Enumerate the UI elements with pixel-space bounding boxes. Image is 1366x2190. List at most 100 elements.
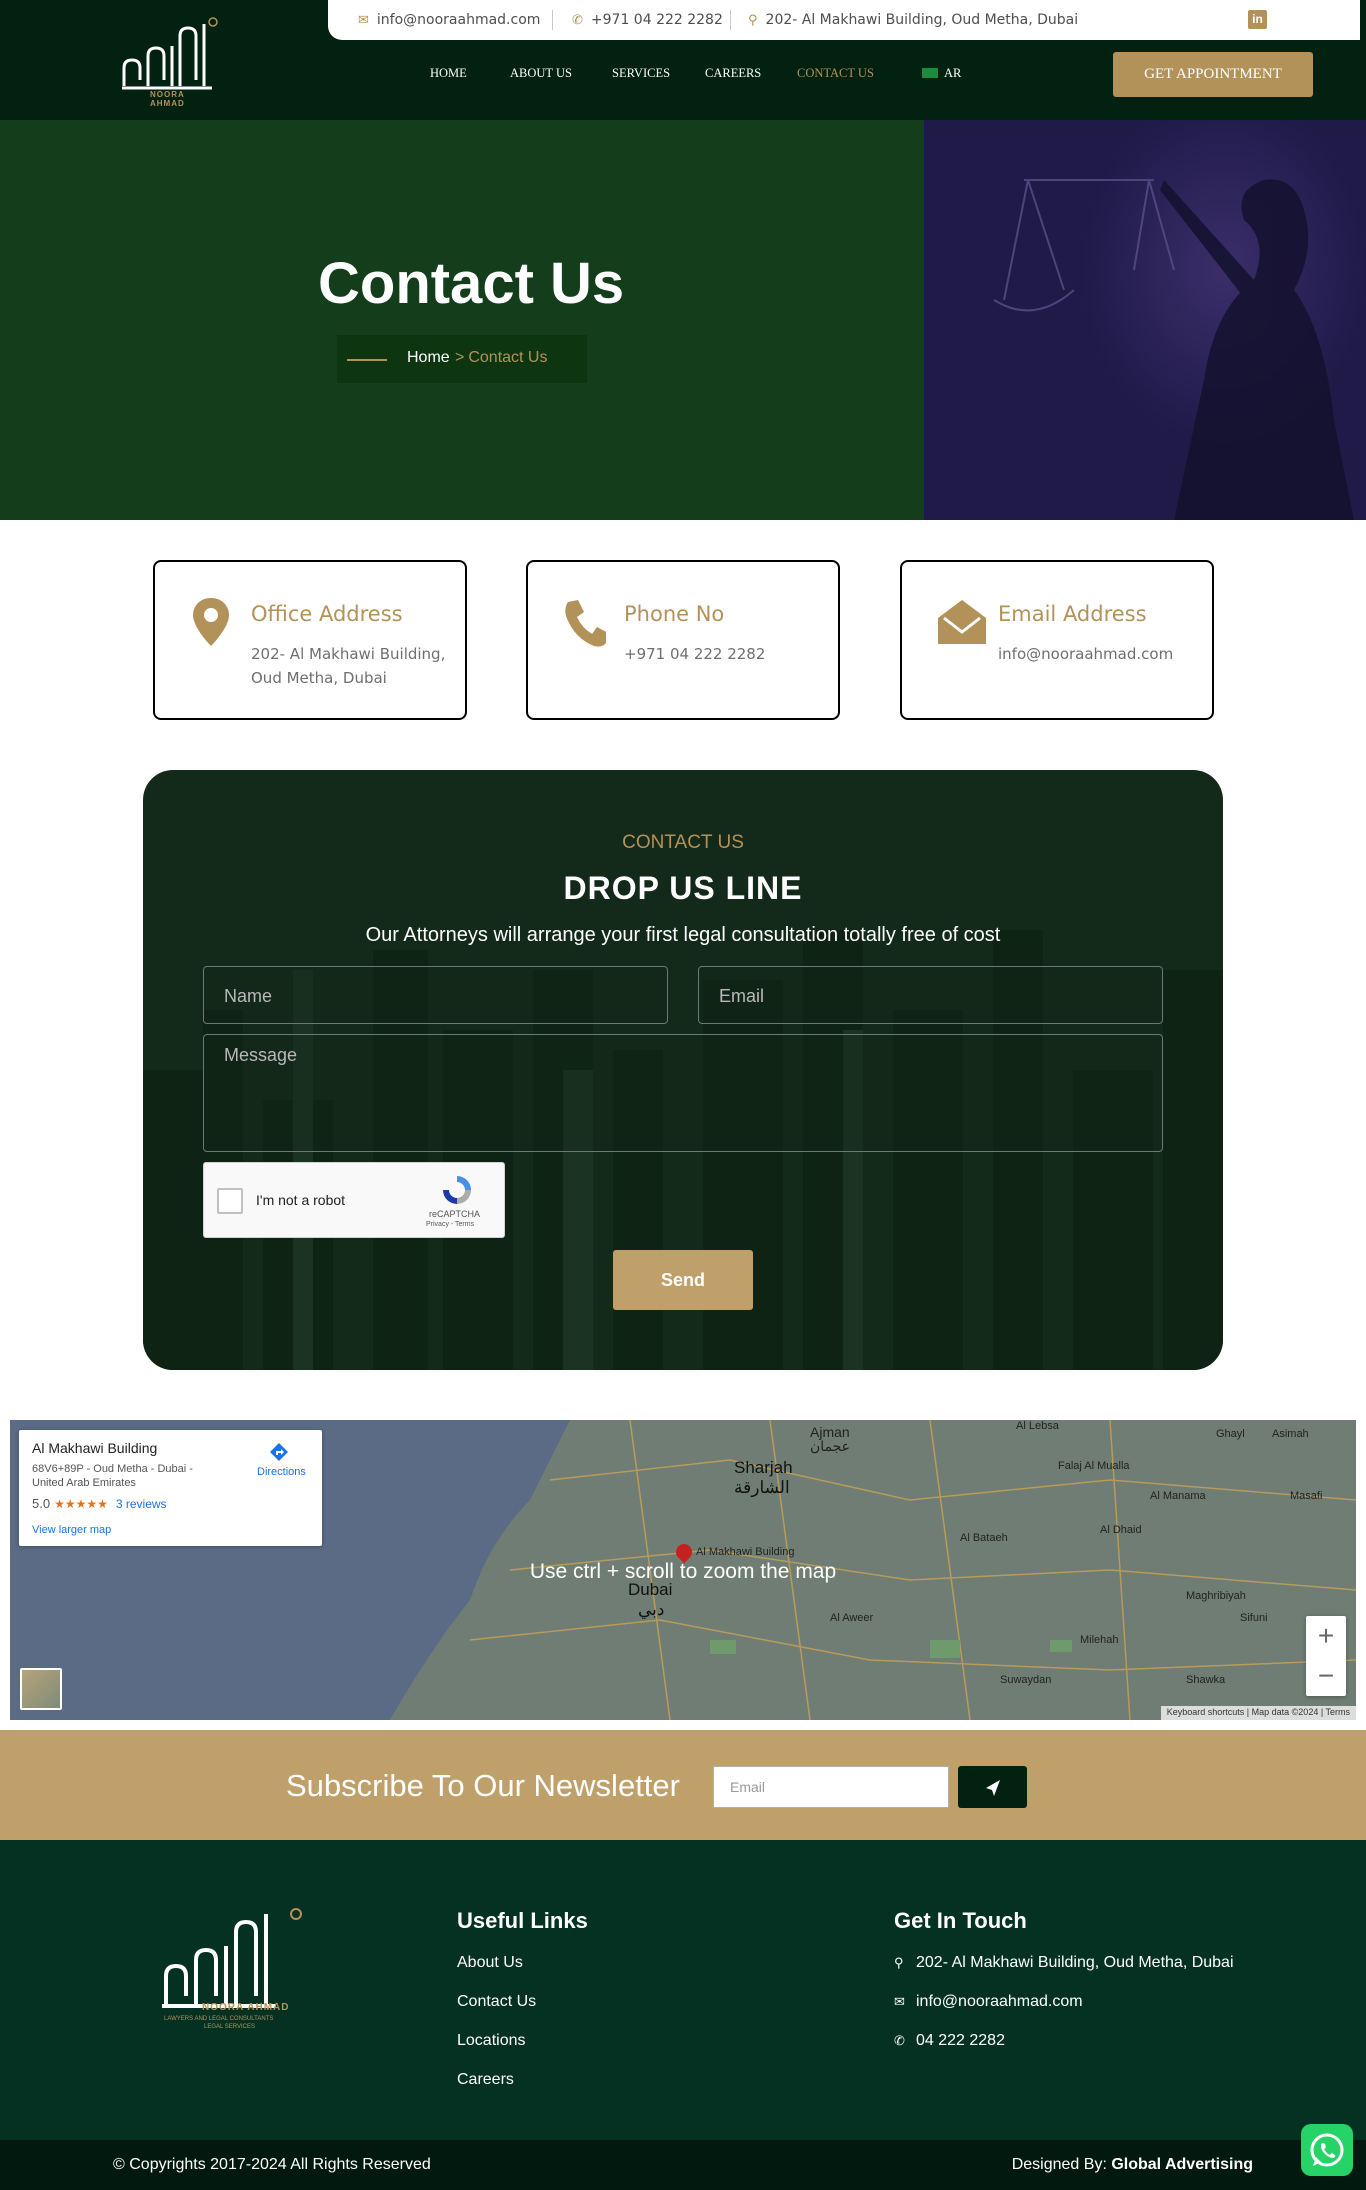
card-title: Phone No [624, 602, 725, 626]
directions-link[interactable]: Directions [257, 1466, 306, 1478]
nav-services[interactable]: SERVICES [612, 66, 670, 81]
topbar-phone[interactable]: ✆ +971 04 222 2282 [572, 12, 723, 28]
newsletter-email-input[interactable]: Email [713, 1766, 949, 1808]
map-place-address: 68V6+89P - Oud Metha - Dubai - United Ar… [32, 1463, 193, 1489]
map-label-pin: Al Makhawi Building [696, 1546, 795, 1558]
site-header: ✉ info@nooraahmad.com ✆ +971 04 222 2282 ⚲… [0, 0, 1366, 120]
map-label-asimah: Asimah [1272, 1428, 1309, 1440]
map-label-ajman-ar: عجمان [810, 1438, 851, 1454]
recaptcha-checkbox[interactable] [217, 1188, 243, 1214]
card-title: Email Address [998, 602, 1147, 626]
page-hero: Contact Us Home > Contact Us [0, 120, 1366, 520]
get-in-touch-title: Get In Touch [894, 1908, 1027, 1933]
top-contact-bar: ✉ info@nooraahmad.com ✆ +971 04 222 2282 ⚲… [328, 0, 1360, 40]
breadcrumb-rule [347, 359, 387, 361]
footer-link-contact[interactable]: Contact Us [457, 1993, 536, 2011]
topbar-address: ⚲ 202- Al Makhawi Building, Oud Metha, Du… [748, 12, 1079, 28]
footer-logo-tagline-2: LEGAL SERVICES [204, 2024, 256, 2030]
site-logo[interactable]: NOORA AHMAD [120, 16, 220, 108]
breadcrumb-current: > Contact Us [455, 349, 548, 366]
map-place-rating: 5.0 ★★★★★ 3 reviews [32, 1496, 167, 1511]
recaptcha-widget: I'm not a robot reCAPTCHA Privacy - Term… [203, 1162, 505, 1238]
map-label-maghribiyah: Maghribiyah [1186, 1590, 1246, 1602]
map-pin-icon [193, 598, 229, 646]
envelope-icon: ✉ [894, 1994, 905, 2009]
nav-home[interactable]: HOME [430, 66, 467, 81]
newsletter-title: Subscribe To Our Newsletter [286, 1768, 680, 1803]
map-label-al-aweer: Al Aweer [830, 1612, 874, 1624]
form-title: DROP US LINE [563, 870, 803, 906]
map-label-sifuni: Sifuni [1240, 1612, 1268, 1624]
name-input[interactable]: Name [203, 966, 668, 1024]
map-label-ghayl: Ghayl [1216, 1428, 1245, 1440]
divider [552, 10, 553, 30]
zoom-in-button[interactable]: + [1306, 1616, 1346, 1656]
card-text: 202- Al Makhawi Building, Oud Metha, Dub… [251, 645, 446, 687]
map-place-name: Al Makhawi Building [32, 1440, 158, 1456]
map-label-shawka: Shawka [1186, 1674, 1226, 1686]
email-input[interactable]: Email [698, 966, 1163, 1024]
card-text[interactable]: info@nooraahmad.com [998, 642, 1208, 666]
footer-logo[interactable]: NOORA AHMAD LAWYERS AND LEGAL CONSULTANT… [160, 1904, 310, 2034]
footer-email[interactable]: ✉ info@nooraahmad.com [894, 1993, 1083, 2011]
whatsapp-icon [1310, 2133, 1344, 2167]
map-label-falaj: Falaj Al Mualla [1058, 1460, 1130, 1472]
card-title: Office Address [251, 602, 403, 626]
lady-justice-image [924, 120, 1366, 520]
satellite-toggle[interactable] [20, 1668, 62, 1710]
map-reviews-link[interactable]: 3 reviews [116, 1497, 167, 1511]
phone-icon: ✆ [894, 2033, 905, 2048]
phone-card: Phone No +971 04 222 2282 [526, 560, 840, 720]
map-label-masafi: Masafi [1290, 1490, 1323, 1502]
linkedin-icon[interactable]: in [1248, 10, 1267, 29]
send-button[interactable]: Send [613, 1250, 753, 1310]
card-text[interactable]: +971 04 222 2282 [624, 642, 834, 666]
nav-language[interactable]: AR [922, 66, 961, 81]
copyright-text: © Copyrights 2017-2024 All Rights Reserv… [113, 2156, 431, 2173]
contact-form-section: CONTACT US DROP US LINE Our Attorneys wi… [143, 770, 1223, 1370]
google-map[interactable]: Ajman عجمان Sharjah الشارقة Dubai دبي Al… [10, 1420, 1356, 1720]
star-rating-icon: ★★★★★ [54, 1497, 108, 1511]
page-title: Contact Us [318, 251, 625, 316]
envelope-open-icon [938, 600, 986, 644]
logo-wordmark: NOORA AHMAD [150, 90, 185, 108]
footer-link-about[interactable]: About Us [457, 1954, 523, 1972]
page: ✉ info@nooraahmad.com ✆ +971 04 222 2282 ⚲… [0, 0, 1366, 2190]
envelope-icon: ✉ [358, 13, 369, 28]
email-card: Email Address info@nooraahmad.com [900, 560, 1214, 720]
footer-link-careers[interactable]: Careers [457, 2071, 514, 2089]
footer-logo-wordmark: NOORA AHMAD [202, 2002, 290, 2013]
nav-contact[interactable]: CONTACT US [797, 66, 874, 81]
send-arrow-icon [986, 1780, 1000, 1796]
footer-address: ⚲ 202- Al Makhawi Building, Oud Metha, Du… [894, 1954, 1234, 1971]
footer-link-locations[interactable]: Locations [457, 2032, 526, 2050]
get-appointment-button[interactable]: GET APPOINTMENT [1113, 52, 1313, 97]
whatsapp-button[interactable] [1301, 2124, 1353, 2176]
map-label-sharjah-ar: الشارقة [734, 1478, 790, 1497]
topbar-email[interactable]: ✉ info@nooraahmad.com [358, 12, 540, 28]
recaptcha-brand: reCAPTCHA [429, 1209, 481, 1219]
footer-logo-tagline: LAWYERS AND LEGAL CONSULTANTS [164, 2016, 274, 2022]
message-textarea[interactable]: Message [203, 1034, 1163, 1152]
newsletter-section: Subscribe To Our Newsletter Email [0, 1730, 1366, 1840]
map-label-al-dhaid: Al Dhaid [1100, 1524, 1142, 1536]
recaptcha-terms[interactable]: Privacy - Terms [426, 1221, 474, 1228]
nav-about[interactable]: ABOUT US [510, 66, 572, 81]
newsletter-submit-button[interactable] [958, 1766, 1027, 1808]
map-attribution[interactable]: Keyboard shortcuts | Map data ©2024 | Te… [1160, 1706, 1356, 1720]
designer-link[interactable]: Global Advertising [1111, 2156, 1253, 2173]
map-label-al-lebsa: Al Lebsa [1016, 1420, 1059, 1432]
zoom-out-button[interactable]: − [1306, 1656, 1346, 1696]
map-label-sharjah: Sharjah [734, 1458, 793, 1477]
divider [730, 10, 731, 30]
directions-icon[interactable] [269, 1442, 289, 1462]
nav-careers[interactable]: CAREERS [705, 66, 761, 81]
view-larger-map-link[interactable]: View larger map [32, 1524, 111, 1536]
form-subtitle: Our Attorneys will arrange your first le… [365, 924, 1001, 946]
phone-icon [565, 600, 606, 647]
breadcrumb-home[interactable]: Home [407, 349, 450, 367]
site-footer: NOORA AHMAD LAWYERS AND LEGAL CONSULTANT… [0, 1840, 1366, 2140]
map-zoom-controls: + − [1306, 1616, 1346, 1696]
footer-phone[interactable]: ✆ 04 222 2282 [894, 2032, 1005, 2050]
map-label-al-bataeh: Al Bataeh [960, 1532, 1008, 1544]
